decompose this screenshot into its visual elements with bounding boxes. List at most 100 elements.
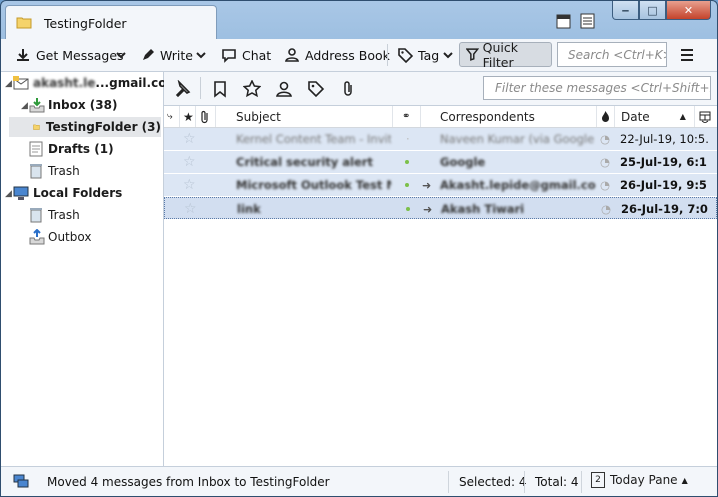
chat-bubble-icon [222, 48, 236, 63]
window-controls: ‒ □ ✕ [612, 1, 711, 21]
trash-label: Trash [48, 164, 80, 178]
address-book-button[interactable]: Address Book [284, 43, 390, 67]
folder-pane: ◢ akasht.le ...gmail.com ◢ Inbox (38) Tes… [1, 72, 179, 466]
close-button[interactable]: ✕ [666, 1, 711, 20]
get-messages-button[interactable]: Get Messages [15, 43, 124, 67]
message-correspondent: Naveen Kumar (via Google ... [440, 132, 596, 146]
folder-outbox[interactable]: Outbox [29, 227, 91, 247]
hamburger-menu-icon[interactable] [677, 45, 697, 65]
message-row[interactable]: ☆ Kernel Content Team - Invita... · Nave… [164, 128, 717, 151]
tag-button[interactable]: Tag [398, 43, 458, 67]
search-input[interactable]: Search <Ctrl+K> [557, 42, 667, 67]
message-subject: Microsoft Outlook Test Me... [236, 178, 391, 192]
get-messages-dropdown[interactable] [116, 43, 131, 67]
main-toolbar: Get Messages Write Chat Address Book Tag [1, 39, 717, 72]
column-picker-icon[interactable] [695, 106, 717, 127]
star-toggle-icon[interactable]: ☆ [183, 174, 196, 196]
local-folders-item[interactable]: Local Folders [13, 183, 122, 203]
thread-column-header[interactable]: ⤷ [164, 106, 180, 127]
starred-filter-icon[interactable] [243, 80, 261, 98]
address-book-label: Address Book [305, 47, 390, 63]
contact-filter-icon[interactable] [275, 80, 293, 98]
app-window: TestingFolder ‒ □ ✕ Get Messages Write C… [0, 0, 718, 497]
pin-icon[interactable] [173, 80, 191, 98]
minimize-button[interactable]: ‒ [612, 1, 639, 20]
tag-filter-icon[interactable] [307, 80, 325, 98]
tab-testingfolder[interactable]: TestingFolder [5, 5, 217, 39]
attachment-icon [201, 110, 208, 123]
trash-icon [30, 164, 42, 179]
toolbar-separator [387, 44, 388, 66]
collapse-toggle[interactable]: ◢ [5, 79, 12, 89]
message-list: ☆ Kernel Content Team - Invita... · Nave… [164, 128, 717, 219]
subject-column-header[interactable]: Subject [216, 106, 393, 127]
today-pane-button[interactable]: 2 Today Pane ▲ [591, 472, 688, 488]
junk-status-icon[interactable]: ◔ [600, 174, 610, 196]
local-folder-trash[interactable]: Trash [29, 205, 80, 225]
contacts-icon [284, 48, 300, 62]
date-column-header[interactable]: Date ▲ [615, 106, 695, 127]
filter-messages-input[interactable]: Filter these messages <Ctrl+Shift+K> [483, 76, 711, 100]
message-subject: Kernel Content Team - Invita... [236, 132, 391, 146]
star-column-header[interactable]: ★ [180, 106, 196, 127]
mail-account-icon [13, 76, 29, 90]
collapse-toggle[interactable]: ◢ [5, 189, 12, 199]
folder-drafts[interactable]: Drafts (1) [29, 139, 114, 159]
flame-icon [602, 110, 609, 122]
local-folders-label: Local Folders [33, 186, 123, 200]
message-date: 26-Jul-19, 9:5... [620, 178, 708, 192]
unread-dot-icon[interactable] [405, 174, 409, 196]
folder-inbox[interactable]: Inbox (38) [29, 95, 117, 115]
inbox-icon [29, 98, 45, 113]
date-header-label: Date [621, 109, 650, 124]
attachment-filter-icon[interactable] [339, 80, 357, 98]
calendar-tasks-icons[interactable] [555, 13, 599, 29]
tag-label: Tag [418, 47, 440, 63]
unread-dot-icon[interactable] [405, 151, 409, 173]
filter-separator [200, 77, 201, 99]
chevron-down-icon [443, 52, 453, 59]
chat-label: Chat [242, 47, 272, 63]
star-toggle-icon[interactable]: ☆ [184, 198, 197, 220]
unread-dot-icon[interactable] [406, 198, 410, 220]
account-item[interactable]: akasht.le ...gmail.com [13, 73, 179, 93]
junk-status-icon[interactable]: ◔ [600, 128, 610, 150]
read-status-column-header[interactable]: ⚭ [393, 106, 421, 127]
write-label: Write [160, 47, 194, 63]
quick-filter-bar: Filter these messages <Ctrl+Shift+K> [164, 72, 717, 106]
star-toggle-icon[interactable]: ☆ [183, 151, 196, 173]
chat-button[interactable]: Chat [221, 43, 271, 67]
forwarded-icon: ➜ [422, 178, 432, 192]
read-status-icon[interactable]: · [406, 128, 410, 150]
message-subject: link [237, 202, 261, 216]
write-dropdown[interactable] [196, 43, 211, 67]
offline-status-icon[interactable] [13, 474, 29, 489]
chevron-down-icon [116, 52, 126, 59]
attachment-column-header[interactable] [196, 106, 216, 127]
message-subject: Critical security alert [236, 155, 373, 169]
message-row[interactable]: ☆ Critical security alert Google ◔ 25-Ju… [164, 151, 717, 174]
today-pane-label: Today Pane [610, 473, 678, 487]
quick-filter-button[interactable]: Quick Filter [459, 39, 552, 70]
status-bar: Moved 4 messages from Inbox to TestingFo… [1, 466, 717, 496]
collapse-toggle[interactable]: ◢ [21, 101, 28, 111]
computer-icon [13, 186, 29, 200]
star-toggle-icon[interactable]: ☆ [183, 128, 196, 150]
maximize-button[interactable]: □ [639, 1, 666, 20]
folder-trash[interactable]: Trash [29, 161, 80, 181]
write-button[interactable]: Write [141, 43, 193, 67]
correspondents-column-header[interactable]: Correspondents [421, 106, 597, 127]
folder-testingfolder[interactable]: TestingFolder (3) [9, 117, 161, 137]
junk-column-header[interactable] [597, 106, 615, 127]
message-date: 26-Jul-19, 7:0... [621, 202, 709, 216]
tag-icon [398, 47, 413, 63]
tab-title: TestingFolder [44, 16, 127, 31]
message-row[interactable]: ☆ link ➜ Akash Tiwari ◔ 26-Jul-19, 7:0..… [164, 197, 717, 219]
quick-filter-label: Quick Filter [482, 39, 518, 70]
drafts-label: Drafts (1) [48, 142, 114, 156]
junk-status-icon[interactable]: ◔ [600, 151, 610, 173]
message-list-header: ⤷ ★ Subject ⚭ Correspondents Date ▲ [164, 106, 717, 128]
unread-filter-icon[interactable] [211, 80, 229, 98]
junk-status-icon[interactable]: ◔ [601, 198, 611, 220]
message-row[interactable]: ☆ Microsoft Outlook Test Me... ➜ Akasht.… [164, 174, 717, 197]
